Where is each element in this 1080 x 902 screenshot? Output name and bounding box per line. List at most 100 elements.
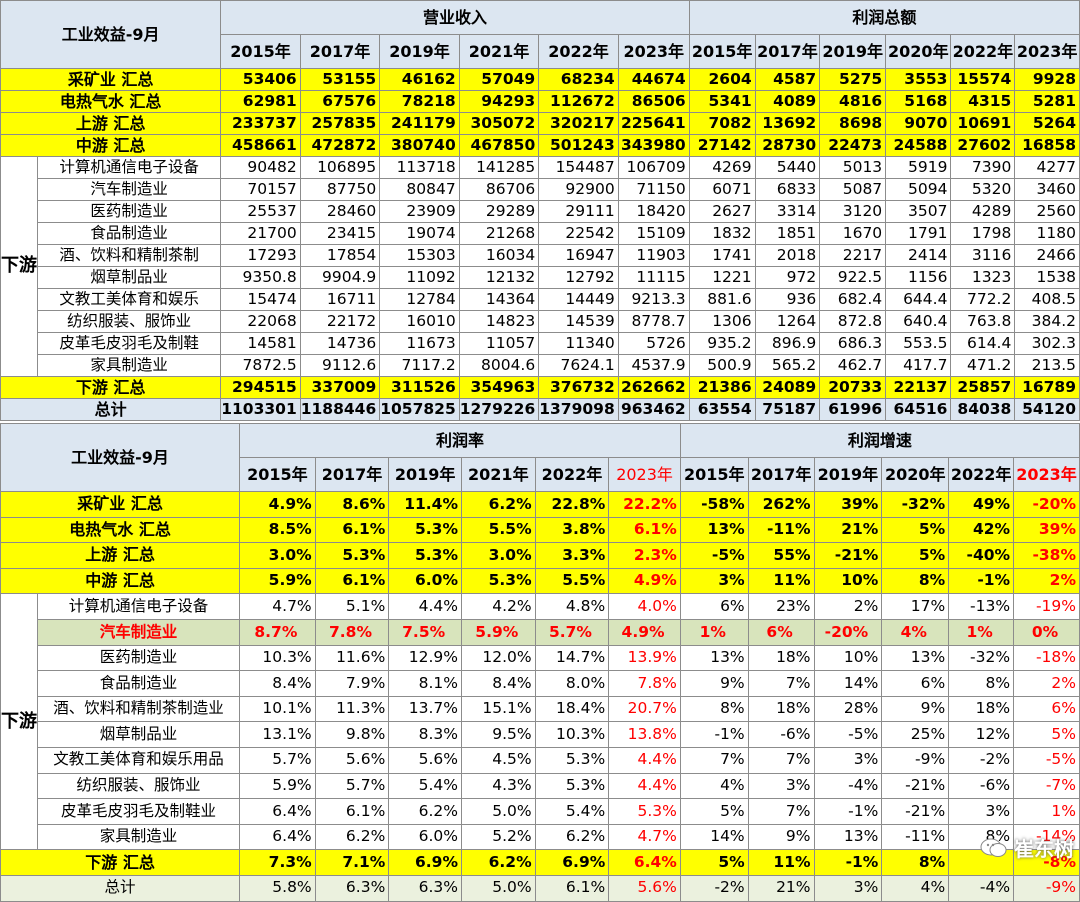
table-cell: 28730: [754, 134, 821, 157]
row-label: 采矿业 汇总: [0, 68, 222, 91]
year-header: 2015年: [688, 34, 756, 69]
table-row: 烟草制品业 13.1% 9.8% 8.3% 9.5% 10.3% 13.8% -1% -6% -5…: [1, 721, 1080, 748]
row-label: 食品制造业: [36, 222, 222, 245]
table-row: 总计 5.8% 6.3% 6.3% 5.0% 6.1% 5.6% -2% 21% 3% 4% -4% -…: [0, 874, 1080, 902]
table-cell: 614.4: [950, 332, 1016, 355]
table-cell: 61996: [819, 398, 887, 421]
table-cell: 5.3%: [534, 746, 610, 774]
table-cell: 5094: [885, 178, 952, 201]
row-label: 下游 汇总: [0, 849, 241, 876]
table-cell: 6.1%: [314, 567, 390, 595]
row-label: 总计: [0, 398, 222, 421]
year-header: 2020年: [881, 457, 950, 492]
table-cell: 6.2%: [388, 798, 462, 825]
table-cell: 311526: [379, 376, 460, 399]
table-cell: 213.5: [1014, 354, 1080, 377]
table-cell: 565.2: [754, 354, 821, 377]
table-cell: 15474: [220, 288, 301, 311]
table-cell: 3.3%: [534, 542, 610, 569]
table-cell: 5.5%: [534, 567, 610, 595]
table-cell: 6.2%: [534, 823, 610, 851]
table-cell: 27602: [950, 134, 1016, 157]
table-cell: 7082: [688, 112, 756, 135]
table-row: 医药制造业 10.3% 11.6% 12.9% 12.0% 14.7% 13.9% 13% 18…: [1, 644, 1080, 672]
table-cell: 25857: [950, 376, 1016, 399]
table-row: 下游 计算机通信电子设备 90482 106895 113718 141285 154487…: [0, 156, 1080, 377]
table-cell: 7872.5: [220, 354, 301, 377]
table-cell: 17854: [299, 244, 381, 267]
table-cell: 881.6: [688, 288, 756, 311]
table-row: 采矿业 汇总 53406 53155 46162 57049 68234 44674 2604…: [0, 68, 1080, 91]
table-cell: 2560: [1014, 200, 1080, 223]
table-row: 纺织服装、服饰业 22068 22172 16010 14823 14539 8778.7 1…: [1, 310, 1080, 333]
table-cell: 8.3%: [388, 721, 462, 748]
table-cell: 21268: [458, 222, 540, 245]
table-cell: 16034: [458, 244, 540, 267]
downstream-group-label: 下游: [0, 156, 38, 377]
table-cell: 22542: [538, 222, 619, 245]
table-cell: 6%: [1013, 695, 1080, 723]
table-cell: 4315: [950, 90, 1016, 113]
table-cell: 262662: [617, 376, 690, 399]
table-cell: 7.5%: [388, 618, 462, 646]
table-cell: 49%: [948, 491, 1015, 518]
table-cell: 7390: [950, 156, 1016, 179]
table-cell: 7.8%: [314, 618, 390, 646]
year-header: 2015年: [220, 34, 301, 69]
table-cell: 6.1%: [314, 798, 390, 825]
table-row: 家具制造业 6.4% 6.2% 6.0% 5.2% 6.2% 4.7% 14% 9% 13% -11…: [1, 823, 1080, 851]
row-label: 家具制造业: [36, 823, 241, 851]
table-cell: 5%: [679, 798, 749, 825]
table-cell: 80847: [379, 178, 460, 201]
table-cell: 5919: [885, 156, 952, 179]
table-cell: -4%: [948, 874, 1015, 902]
row-label: 文教工美体育和娱乐用品: [36, 746, 241, 774]
table-cell: -32%: [948, 644, 1015, 672]
table-cell: 8%: [679, 695, 749, 723]
table-cell: 6.2%: [460, 849, 536, 876]
table-cell: 11115: [617, 266, 690, 289]
table-cell: 5281: [1014, 90, 1080, 113]
table-cell: 23909: [379, 200, 460, 223]
table-row: 纺织服装、服饰业 5.9% 5.7% 5.4% 4.3% 5.3% 4.4% 4% 3% -4% -…: [1, 772, 1080, 800]
table-cell: 4.0%: [608, 593, 681, 620]
table-cell: 3553: [885, 68, 952, 91]
table-cell: 7%: [747, 670, 815, 697]
table-cell: 70157: [220, 178, 301, 201]
year-header: 2019年: [388, 457, 462, 492]
table-cell: 4.4%: [608, 746, 681, 774]
table-row: 食品制造业 8.4% 7.9% 8.1% 8.4% 8.0% 7.8% 9% 7% 14% 6% 8%…: [1, 670, 1080, 697]
table-cell: -6%: [747, 721, 815, 748]
table-cell: 13.7%: [388, 695, 462, 723]
table-cell: 4587: [754, 68, 821, 91]
table-cell: 6%: [881, 670, 950, 697]
table-cell: 343980: [617, 134, 690, 157]
table-cell: 10%: [813, 567, 883, 595]
table-cell: 225641: [617, 112, 690, 135]
table-cell: 68234: [538, 68, 619, 91]
table-cell: 92900: [538, 178, 619, 201]
table-cell: 10.3%: [239, 644, 316, 672]
table-cell: 5.3%: [534, 772, 610, 800]
table-cell: 4.8%: [534, 593, 610, 620]
table-cell: 9%: [881, 695, 950, 723]
table-cell: 14539: [538, 310, 619, 333]
table-cell: 17%: [881, 593, 950, 620]
table-cell: 5275: [819, 68, 887, 91]
row-label: 汽车制造业: [36, 178, 222, 201]
table-cell: 23415: [299, 222, 381, 245]
table-cell: 8.5%: [239, 516, 316, 544]
table-cell: 5.3%: [460, 567, 536, 595]
row-label: 皮革毛皮羽毛及制鞋: [36, 332, 222, 355]
table-cell: 5.7%: [314, 772, 390, 800]
table-cell: 384.2: [1014, 310, 1080, 333]
table-cell: 4269: [688, 156, 756, 179]
table-cell: 686.3: [819, 332, 887, 355]
row-label: 总计: [0, 874, 241, 902]
table-cell: 644.4: [885, 288, 952, 311]
table-cell: 4.9%: [608, 567, 681, 595]
table-cell: 112672: [538, 90, 619, 113]
table-cell: 44674: [617, 68, 690, 91]
group-header: 利润率: [239, 423, 681, 458]
table-cell: 1538: [1014, 266, 1080, 289]
